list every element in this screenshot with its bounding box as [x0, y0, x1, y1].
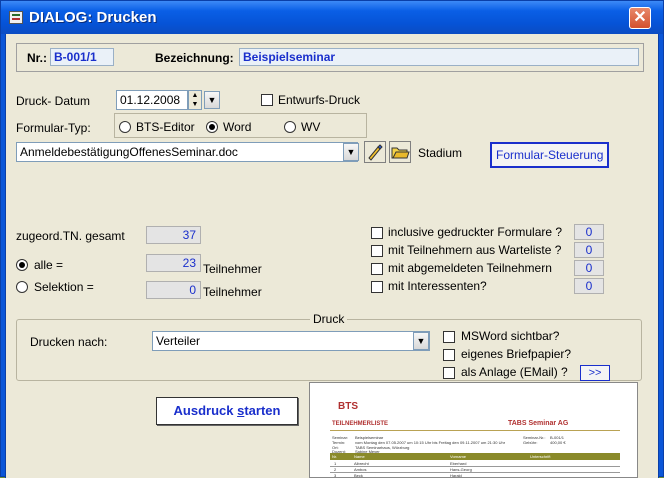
dialog-window: DIALOG: Drucken ✕ Nr.: B-001/1 Bezeichnu… [0, 0, 664, 478]
alle-label: alle = [34, 258, 64, 272]
option-interessenten-count: 0 [574, 278, 604, 294]
preview-gebuehr-value: 400,00 € [550, 440, 566, 445]
alle-value: 23 [146, 254, 201, 272]
tn-gesamt-label: zugeord.TN. gesamt [16, 229, 125, 243]
option-abgemeldet-checkbox[interactable] [371, 263, 383, 275]
entwurfs-druck-checkbox[interactable] [261, 94, 273, 106]
tn-gesamt-value: 37 [146, 226, 201, 244]
preview-row-vorname: Harald [450, 473, 462, 478]
dialog-body: Nr.: B-001/1 Bezeichnung: Beispielsemina… [5, 34, 659, 478]
radio-bts-editor-label: BTS-Editor [136, 120, 195, 134]
druck-datum-input[interactable]: 01.12.2008 [116, 90, 188, 110]
anlage-label: als Anlage (EMail) ? [461, 365, 568, 379]
msword-checkbox[interactable] [443, 331, 455, 343]
open-folder-icon[interactable] [389, 141, 411, 163]
anlage-checkbox[interactable] [443, 367, 455, 379]
radio-selektion[interactable] [16, 281, 28, 293]
app-icon [9, 11, 23, 24]
entwurfs-druck-label: Entwurfs-Druck [278, 93, 361, 107]
option-warteliste-label: mit Teilnehmern aus Warteliste ? [388, 243, 562, 257]
edit-pen-icon[interactable] [364, 141, 386, 163]
stadium-label: Stadium [418, 146, 463, 160]
radio-word[interactable] [206, 121, 218, 133]
radio-bts-editor[interactable] [119, 121, 131, 133]
preview-row-nr: 2 [334, 467, 337, 472]
preview-th-vorname: Vorname [450, 454, 467, 459]
close-button[interactable]: ✕ [629, 7, 651, 29]
drucken-nach-label: Drucken nach: [30, 335, 108, 349]
preview-th-unterschrift: Unterschrift [530, 454, 551, 459]
option-inclusive-count: 0 [574, 224, 604, 240]
option-interessenten-checkbox[interactable] [371, 281, 383, 293]
radio-word-label: Word [223, 120, 252, 134]
radio-wv-label: WV [301, 120, 321, 134]
document-preview: BTS TEILNEHMERLISTE TABS Seminar AG Semi… [309, 382, 638, 478]
selektion-label: Selektion = [34, 280, 94, 294]
preview-row-vorname: Eberhard [450, 461, 467, 466]
selektion-unit-label: Teilnehmer [203, 285, 262, 299]
ausdruck-label-pre: Ausdruck [173, 403, 238, 418]
ausdruck-starten-button[interactable]: Ausdruck starten [156, 397, 298, 425]
drucken-nach-select[interactable]: Verteiler [152, 331, 430, 351]
date-spinner[interactable]: ▲ ▼ [188, 90, 202, 110]
preview-logo: BTS [338, 401, 358, 412]
radio-alle[interactable] [16, 259, 28, 271]
date-dropdown-button[interactable]: ▼ [204, 91, 220, 109]
preview-row-name: Albrecht [354, 461, 369, 466]
alle-unit-label: Teilnehmer [203, 262, 262, 276]
msword-label: MSWord sichtbar? [461, 329, 560, 343]
briefpapier-label: eigenes Briefpapier? [461, 347, 572, 361]
preview-row-name: Ambos [354, 467, 367, 472]
more-button[interactable]: >> [580, 365, 610, 381]
ausdruck-label-post: tarten [244, 403, 281, 418]
radio-wv[interactable] [284, 121, 296, 133]
option-inclusive-label: inclusive gedruckter Formulare ? [388, 225, 563, 239]
druck-datum-label: Druck- Datum [16, 94, 91, 108]
bezeichnung-label: Bezeichnung: [155, 51, 234, 65]
preview-row-name: Beck [354, 473, 363, 478]
bezeichnung-value: Beispielseminar [239, 48, 639, 66]
preview-row-vorname: Hans-Georg [450, 467, 472, 472]
formular-typ-label: Formular-Typ: [16, 121, 91, 135]
option-inclusive-checkbox[interactable] [371, 227, 383, 239]
option-warteliste-checkbox[interactable] [371, 245, 383, 257]
preview-gebuehr-label: Gebühr: [523, 440, 538, 445]
preview-company: TABS Seminar AG [508, 420, 569, 427]
option-interessenten-label: mit Interessenten? [388, 279, 487, 293]
briefpapier-checkbox[interactable] [443, 349, 455, 361]
nr-value: B-001/1 [50, 48, 114, 66]
header-panel: Nr.: B-001/1 Bezeichnung: Beispielsemina… [16, 43, 644, 72]
window-title: DIALOG: Drucken [29, 9, 157, 26]
file-dropdown-button[interactable]: ▼ [343, 143, 359, 161]
preview-table-header: Nr. Name Vorname Unterschrift [330, 453, 620, 460]
title-bar[interactable]: DIALOG: Drucken ✕ [1, 1, 663, 34]
drucken-nach-dropdown-button[interactable]: ▼ [413, 332, 429, 350]
nr-label: Nr.: [27, 51, 48, 65]
option-warteliste-count: 0 [574, 242, 604, 258]
preview-row: 3 Beck Harald [330, 473, 620, 478]
option-abgemeldet-count: 0 [574, 260, 604, 276]
selektion-value: 0 [146, 281, 201, 299]
formular-file-select[interactable]: AnmeldebestätigungOffenesSeminar.doc [16, 142, 358, 162]
preview-row-nr: 1 [334, 461, 337, 466]
preview-doc-title: TEILNEHMERLISTE [332, 421, 389, 427]
druck-group-title: Druck [310, 312, 348, 326]
preview-th-nr: Nr. [332, 454, 338, 459]
preview-row-nr: 3 [334, 473, 337, 478]
formular-steuerung-button[interactable]: Formular-Steuerung [490, 142, 610, 168]
preview-th-name: Name [354, 454, 365, 459]
option-abgemeldet-label: mit abgemeldeten Teilnehmern [388, 261, 552, 275]
preview-rule [330, 430, 620, 431]
